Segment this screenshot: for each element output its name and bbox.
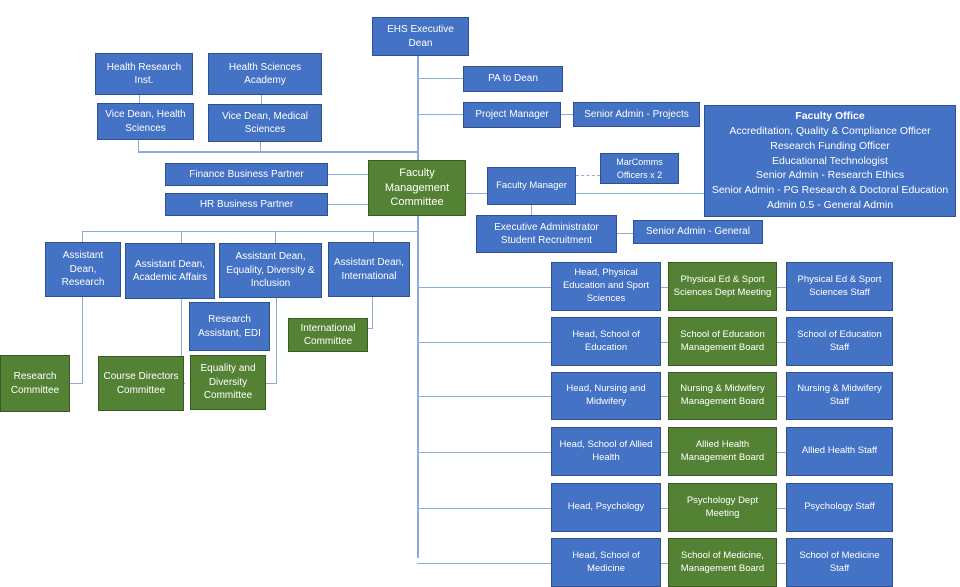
- connector: [328, 174, 368, 175]
- connector: [70, 383, 83, 384]
- box-school-board: School of Education Management Board: [668, 317, 777, 366]
- box-vice-dean-health-sciences: Vice Dean, Health Sciences: [97, 103, 194, 140]
- connector: [777, 563, 786, 564]
- connector: [139, 95, 140, 103]
- box-assistant-dean-academic-affairs: Assistant Dean, Academic Affairs: [125, 243, 215, 299]
- connector: [661, 508, 668, 509]
- faculty-office-item: Educational Technologist: [772, 154, 888, 167]
- faculty-office-item: Admin 0.5 - General Admin: [766, 199, 894, 212]
- box-faculty-manager: Faculty Manager: [487, 167, 576, 205]
- box-school-head: Head, Psychology: [551, 483, 661, 532]
- faculty-office-item: Senior Admin - Research Ethics: [755, 169, 905, 182]
- box-project-manager: Project Manager: [463, 102, 561, 128]
- box-international-committee: International Committee: [288, 318, 368, 352]
- connector: [372, 297, 373, 328]
- connector: [417, 452, 551, 453]
- connector: [138, 140, 139, 152]
- box-school-head: Head, Physical Education and Sport Scien…: [551, 262, 661, 311]
- connector: [373, 231, 374, 242]
- box-pa-to-dean: PA to Dean: [463, 66, 563, 92]
- box-school-staff: Nursing & Midwifery Staff: [786, 372, 893, 420]
- box-marcomms-officers: MarComms Officers x 2: [600, 153, 679, 184]
- connector: [276, 298, 277, 383]
- connector: [275, 231, 276, 243]
- box-school-board: School of Medicine, Management Board: [668, 538, 777, 587]
- box-school-staff: School of Medicine Staff: [786, 538, 893, 587]
- connector: [181, 231, 182, 243]
- faculty-office-title: Faculty Office: [795, 109, 865, 122]
- connector: [617, 233, 633, 234]
- connector: [417, 396, 551, 397]
- box-school-head: Head, School of Medicine: [551, 538, 661, 587]
- faculty-office-item: Senior Admin - PG Research & Doctoral Ed…: [711, 184, 949, 197]
- connector: [82, 231, 83, 242]
- connector: [82, 231, 418, 232]
- box-school-staff: Psychology Staff: [786, 483, 893, 532]
- box-faculty-office: Faculty Office Accreditation, Quality & …: [704, 105, 956, 217]
- box-school-board: Psychology Dept Meeting: [668, 483, 777, 532]
- box-health-sciences-academy: Health Sciences Academy: [208, 53, 322, 95]
- connector: [417, 508, 551, 509]
- connector: [417, 342, 551, 343]
- connector: [777, 287, 786, 288]
- connector: [138, 151, 418, 153]
- connector: [777, 452, 786, 453]
- connector: [82, 297, 83, 383]
- box-vice-dean-medical-sciences: Vice Dean, Medical Sciences: [208, 104, 322, 142]
- connector: [417, 78, 463, 79]
- box-school-staff: Physical Ed & Sport Sciences Staff: [786, 262, 893, 311]
- box-school-staff: School of Education Staff: [786, 317, 893, 366]
- box-school-head: Head, School of Education: [551, 317, 661, 366]
- box-course-directors-committee: Course Directors Committee: [98, 356, 184, 411]
- connector: [661, 396, 668, 397]
- connector: [261, 95, 262, 104]
- box-school-board: Physical Ed & Sport Sciences Dept Meetin…: [668, 262, 777, 311]
- connector: [661, 452, 668, 453]
- faculty-office-item: Research Funding Officer: [770, 139, 890, 152]
- box-school-head: Head, School of Allied Health: [551, 427, 661, 476]
- connector: [661, 563, 668, 564]
- connector: [328, 204, 368, 205]
- faculty-office-item: Accreditation, Quality & Compliance Offi…: [729, 124, 931, 137]
- box-finance-business-partner: Finance Business Partner: [165, 163, 328, 186]
- dashed-connector: [576, 175, 600, 176]
- connector: [531, 205, 532, 215]
- org-chart: EHS Executive Dean Health Research Inst.…: [0, 0, 960, 587]
- connector: [417, 563, 551, 564]
- connector: [368, 328, 373, 329]
- box-research-committee: Research Committee: [0, 355, 70, 412]
- connector: [661, 287, 668, 288]
- box-school-board: Nursing & Midwifery Management Board: [668, 372, 777, 420]
- box-school-head: Head, Nursing and Midwifery: [551, 372, 661, 420]
- box-faculty-management-committee: Faculty Management Committee: [368, 160, 466, 216]
- box-school-board: Allied Health Management Board: [668, 427, 777, 476]
- connector: [661, 342, 668, 343]
- box-assistant-dean-edi: Assistant Dean, Equality, Diversity & In…: [219, 243, 322, 298]
- connector: [184, 383, 185, 384]
- box-health-research-inst: Health Research Inst.: [95, 53, 193, 95]
- connector: [561, 114, 573, 115]
- box-hr-business-partner: HR Business Partner: [165, 193, 328, 216]
- box-senior-admin-general: Senior Admin - General: [633, 220, 763, 244]
- connector: [777, 342, 786, 343]
- connector: [417, 56, 419, 558]
- box-assistant-dean-international: Assistant Dean, International: [328, 242, 410, 297]
- box-senior-admin-projects: Senior Admin - Projects: [573, 102, 700, 127]
- box-executive-administrator: Executive Administrator Student Recruitm…: [476, 215, 617, 253]
- connector: [777, 396, 786, 397]
- box-equality-diversity-committee: Equality and Diversity Committee: [190, 355, 266, 410]
- connector: [777, 508, 786, 509]
- box-assistant-dean-research: Assistant Dean, Research: [45, 242, 121, 297]
- box-ehs-executive-dean: EHS Executive Dean: [372, 17, 469, 56]
- connector: [266, 383, 277, 384]
- box-research-assistant-edi: Research Assistant, EDI: [189, 302, 270, 351]
- connector: [417, 114, 463, 115]
- box-school-staff: Allied Health Staff: [786, 427, 893, 476]
- connector: [260, 142, 261, 152]
- connector: [417, 287, 551, 288]
